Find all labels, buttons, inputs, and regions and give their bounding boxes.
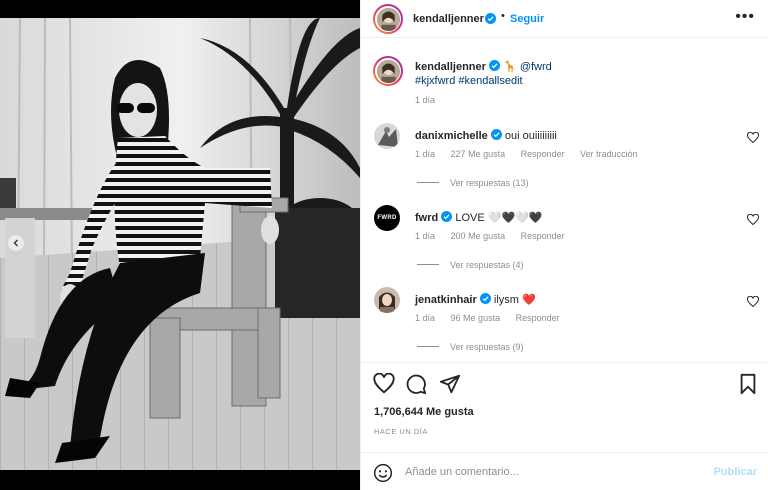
verified-badge-icon xyxy=(488,60,500,71)
post-photo-pane[interactable] xyxy=(0,0,360,490)
caption-time[interactable]: 1 día xyxy=(415,95,435,105)
heart-icon[interactable] xyxy=(747,296,759,308)
comment-text: oui ouiiiiiiiii xyxy=(504,130,557,142)
author-avatar[interactable] xyxy=(373,4,403,34)
comment-username[interactable]: danixmichelle xyxy=(415,130,488,142)
comment-meta: 1 día 200 Me gusta Responder xyxy=(415,231,578,241)
comment-line: jenatkinhair ilysm ❤️ xyxy=(415,293,536,306)
follow-button[interactable]: Seguir xyxy=(510,13,544,25)
more-options-icon[interactable]: ••• xyxy=(735,8,755,26)
commenter-avatar[interactable] xyxy=(374,287,400,313)
verified-badge-icon xyxy=(490,129,502,140)
action-bar xyxy=(361,362,768,404)
bookmark-icon[interactable] xyxy=(737,373,759,395)
author-username[interactable]: kendalljenner xyxy=(413,13,484,25)
comment-line: danixmichelle oui ouiiiiiiiii xyxy=(415,129,557,142)
commenter-avatar[interactable]: FWRD xyxy=(374,205,400,231)
caption-text: kendalljenner 🦒 @fwrd xyxy=(415,60,552,73)
replies-divider xyxy=(417,264,439,265)
view-replies-button[interactable]: Ver respuestas (4) xyxy=(417,260,524,270)
view-replies-label: Ver respuestas (4) xyxy=(450,260,524,270)
post-details-panel: kendalljenner • Seguir ••• kendalljenner… xyxy=(360,0,768,490)
view-replies-label: Ver respuestas (13) xyxy=(450,178,529,188)
chevron-left-icon xyxy=(13,239,18,247)
share-icon[interactable] xyxy=(439,373,461,395)
separator-dot: • xyxy=(501,10,505,22)
heart-icon[interactable] xyxy=(747,214,759,226)
comment-composer: Publicar xyxy=(361,452,768,490)
post-header: kendalljenner • Seguir ••• xyxy=(361,0,768,38)
replies-divider xyxy=(417,182,439,183)
comment-item: jenatkinhair ilysm ❤️ 1 día 96 Me gusta … xyxy=(361,287,768,362)
comment-username[interactable]: jenatkinhair xyxy=(415,294,477,306)
comment-time[interactable]: 1 día xyxy=(415,231,435,241)
emoji-icon[interactable] xyxy=(373,463,393,483)
comment-time[interactable]: 1 día xyxy=(415,149,435,159)
comment-likes[interactable]: 200 Me gusta xyxy=(451,231,506,241)
comment-text: ilysm ❤️ xyxy=(493,294,536,306)
avatar-logo-text: FWRD xyxy=(377,215,397,221)
reply-button[interactable]: Responder xyxy=(516,313,560,323)
comment-meta: 1 día 96 Me gusta Responder xyxy=(415,313,573,323)
post-image[interactable] xyxy=(0,18,360,470)
publish-button[interactable]: Publicar xyxy=(714,466,757,478)
comment-item: FWRD fwrd LOVE 🤍🖤🤍🖤 1 día 200 Me gusta R… xyxy=(361,205,768,287)
likes-count[interactable]: 1,706,644 Me gusta xyxy=(374,406,474,418)
caption-emoji: 🦒 xyxy=(503,61,517,73)
view-replies-label: Ver respuestas (9) xyxy=(450,342,524,352)
verified-badge-icon xyxy=(485,13,496,24)
translate-button[interactable]: Ver traducción xyxy=(580,149,638,159)
view-replies-button[interactable]: Ver respuestas (9) xyxy=(417,342,524,352)
post-date[interactable]: HACE UN DÍA xyxy=(374,427,428,436)
comment-line: fwrd LOVE 🤍🖤🤍🖤 xyxy=(415,211,543,224)
caption-hashtags[interactable]: #kjxfwrd #kendallsedit xyxy=(415,75,523,87)
comment-likes[interactable]: 96 Me gusta xyxy=(451,313,501,323)
commenter-avatar[interactable] xyxy=(374,123,400,149)
comment-likes[interactable]: 227 Me gusta xyxy=(451,149,506,159)
replies-divider xyxy=(417,346,439,347)
verified-badge-icon xyxy=(441,211,453,222)
heart-icon[interactable] xyxy=(373,373,395,395)
comment-username[interactable]: fwrd xyxy=(415,212,438,224)
heart-icon[interactable] xyxy=(747,132,759,144)
verified-badge-icon xyxy=(479,293,491,304)
view-replies-button[interactable]: Ver respuestas (13) xyxy=(417,178,529,188)
comment-meta: 1 día 227 Me gusta Responder Ver traducc… xyxy=(415,149,651,159)
comment-icon[interactable] xyxy=(405,373,427,395)
comments-list[interactable]: kendalljenner 🦒 @fwrd #kjxfwrd #kendalls… xyxy=(361,38,768,362)
comment-input[interactable] xyxy=(405,463,695,481)
comment-time[interactable]: 1 día xyxy=(415,313,435,323)
caption-mention[interactable]: @fwrd xyxy=(520,61,552,73)
carousel-prev-button[interactable] xyxy=(8,235,24,251)
comment-text: LOVE 🤍🖤🤍🖤 xyxy=(455,212,543,224)
caption-avatar[interactable] xyxy=(373,56,403,86)
caption-username[interactable]: kendalljenner xyxy=(415,61,486,73)
reply-button[interactable]: Responder xyxy=(521,149,565,159)
comment-item: danixmichelle oui ouiiiiiiiii 1 día 227 … xyxy=(361,123,768,205)
reply-button[interactable]: Responder xyxy=(521,231,565,241)
